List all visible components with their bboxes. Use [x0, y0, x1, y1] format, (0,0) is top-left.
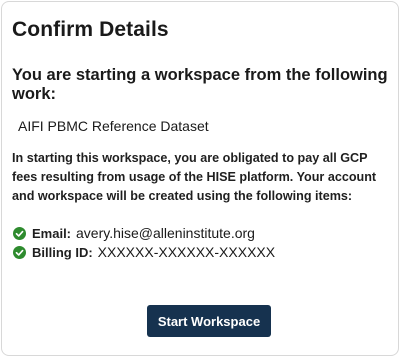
- dialog-subtitle: You are starting a workspace from the fo…: [12, 66, 388, 103]
- dialog-title: Confirm Details: [12, 18, 169, 41]
- billing-notice: In starting this workspace, you are obli…: [12, 151, 377, 203]
- email-value: avery.hise@alleninstitute.org: [76, 225, 255, 241]
- email-label: Email:: [32, 225, 72, 241]
- start-workspace-button[interactable]: Start Workspace: [147, 305, 271, 337]
- billing-id-label: Billing ID:: [32, 244, 93, 260]
- check-circle-icon: [13, 226, 26, 240]
- billing-id-value: XXXXXX-XXXXXX-XXXXXX: [97, 244, 276, 260]
- confirm-details-dialog: Confirm Details You are starting a works…: [1, 1, 399, 356]
- work-name: AIFI PBMC Reference Dataset: [14, 116, 213, 136]
- check-circle-icon: [13, 245, 26, 259]
- email-item: Email: avery.hise@alleninstitute.org: [13, 224, 255, 242]
- billing-id-item: Billing ID: XXXXXX-XXXXXX-XXXXXX: [13, 243, 275, 261]
